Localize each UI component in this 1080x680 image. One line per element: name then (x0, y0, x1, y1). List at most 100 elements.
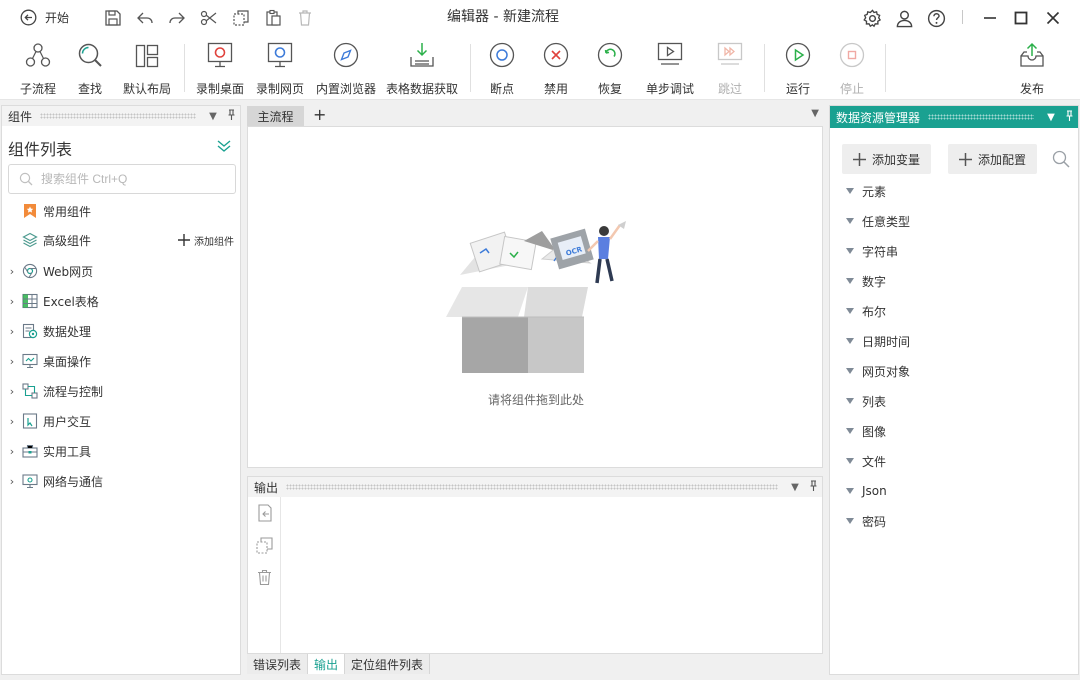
group-flow-control[interactable]: › 流程与控制 (2, 376, 240, 406)
close-icon[interactable] (1043, 8, 1063, 28)
drag-grip[interactable] (286, 484, 778, 490)
group-label: 流程与控制 (43, 384, 104, 399)
record-web-button[interactable]: 录制网页 (254, 36, 306, 100)
layout-button[interactable]: 默认布局 (122, 36, 172, 100)
type-image[interactable]: 图像 (830, 416, 1078, 446)
caret-down-icon[interactable] (846, 398, 854, 404)
chevron-right-icon[interactable]: › (2, 475, 22, 488)
type-datetime[interactable]: 日期时间 (830, 326, 1078, 356)
caret-down-icon[interactable] (846, 188, 854, 194)
flow-canvas[interactable]: OCR 请将组件拖到此处 (247, 126, 823, 468)
record-web-label: 录制网页 (255, 82, 304, 96)
group-web[interactable]: › Web网页 (2, 256, 240, 286)
tab-error-list[interactable]: 错误列表 (247, 654, 309, 674)
minimize-icon[interactable] (980, 8, 1000, 28)
type-string[interactable]: 字符串 (830, 236, 1078, 266)
type-element[interactable]: 元素 (830, 176, 1078, 206)
group-user-interaction[interactable]: › 用户交互 (2, 406, 240, 436)
pin-icon[interactable] (804, 480, 822, 494)
component-search-box[interactable] (8, 164, 236, 194)
caret-down-icon[interactable] (846, 368, 854, 374)
stop-button[interactable]: 停止 (832, 36, 872, 100)
chevron-right-icon[interactable]: › (2, 355, 22, 368)
data-explorer-title: 数据资源管理器 (836, 110, 921, 125)
type-web-object[interactable]: 网页对象 (830, 356, 1078, 386)
caret-down-icon[interactable] (846, 428, 854, 434)
chevron-right-icon[interactable]: › (2, 325, 22, 338)
publish-button[interactable]: 发布 (1012, 36, 1052, 100)
caret-down-icon[interactable] (846, 278, 854, 284)
step-debug-button[interactable]: 单步调试 (642, 36, 698, 100)
tab-list-chevron-icon[interactable]: ▼ (811, 108, 819, 119)
group-utilities[interactable]: › 实用工具 (2, 436, 240, 466)
drag-grip[interactable] (40, 113, 196, 119)
pin-icon[interactable] (1060, 110, 1078, 124)
caret-down-icon[interactable] (846, 488, 854, 494)
maximize-icon[interactable] (1011, 8, 1031, 28)
add-component-button[interactable]: 添加组件 (178, 225, 234, 255)
chevron-right-icon[interactable]: › (2, 295, 22, 308)
type-label: 列表 (862, 394, 887, 409)
caret-down-icon[interactable] (846, 248, 854, 254)
chevron-right-icon[interactable]: › (2, 445, 22, 458)
subflow-button[interactable]: 子流程 (18, 36, 58, 100)
type-label: 密码 (862, 514, 887, 529)
tab-locate-components[interactable]: 定位组件列表 (345, 654, 431, 674)
find-icon (78, 43, 102, 67)
run-button[interactable]: 运行 (778, 36, 818, 100)
disable-button[interactable]: 禁用 (536, 36, 576, 100)
type-any[interactable]: 任意类型 (830, 206, 1078, 236)
caret-down-icon[interactable] (846, 518, 854, 524)
chevron-right-icon[interactable]: › (2, 385, 22, 398)
type-label: 布尔 (862, 304, 887, 319)
help-icon[interactable] (926, 8, 946, 28)
ribbon-separator (470, 44, 471, 92)
settings-gear-icon[interactable] (862, 8, 882, 28)
type-boolean[interactable]: 布尔 (830, 296, 1078, 326)
chevron-down-icon[interactable]: ▼ (786, 482, 804, 493)
add-tab-button[interactable]: + (313, 105, 326, 124)
drag-grip[interactable] (928, 114, 1034, 120)
chevron-right-icon[interactable]: › (2, 265, 22, 278)
pinned-common-components[interactable]: 常用组件 (2, 196, 240, 226)
skip-button[interactable]: 跳过 (710, 36, 750, 100)
chevron-down-icon[interactable]: ▼ (204, 111, 222, 122)
record-desktop-icon (207, 42, 233, 68)
find-button[interactable]: 查找 (70, 36, 110, 100)
group-network[interactable]: › 网络与通信 (2, 466, 240, 496)
caret-down-icon[interactable] (846, 308, 854, 314)
group-excel[interactable]: › Excel表格 (2, 286, 240, 316)
type-file[interactable]: 文件 (830, 446, 1078, 476)
type-password[interactable]: 密码 (830, 506, 1078, 536)
caret-down-icon[interactable] (846, 218, 854, 224)
breakpoint-button[interactable]: 断点 (482, 36, 522, 100)
tab-main-flow[interactable]: 主流程 (247, 106, 304, 126)
collapse-all-icon[interactable] (216, 138, 232, 154)
group-data-processing[interactable]: › 数据处理 (2, 316, 240, 346)
search-icon[interactable] (1052, 150, 1070, 168)
export-log-icon[interactable] (248, 497, 281, 529)
table-data-button[interactable]: 表格数据获取 (384, 36, 460, 100)
chevron-down-icon[interactable]: ▼ (1042, 112, 1060, 123)
type-json[interactable]: Json (830, 476, 1078, 506)
pinned-advanced-components[interactable]: 高级组件 添加组件 (2, 225, 240, 255)
record-desktop-button[interactable]: 录制桌面 (194, 36, 246, 100)
caret-down-icon[interactable] (846, 458, 854, 464)
builtin-browser-button[interactable]: 内置浏览器 (314, 36, 378, 100)
type-list[interactable]: 列表 (830, 386, 1078, 416)
user-icon[interactable] (894, 8, 914, 28)
component-search-input[interactable] (41, 172, 221, 186)
add-config-button[interactable]: 添加配置 (948, 144, 1038, 174)
chevron-right-icon[interactable]: › (2, 415, 22, 428)
add-variable-button[interactable]: 添加变量 (842, 144, 932, 174)
clear-output-icon[interactable] (248, 561, 281, 593)
group-desktop[interactable]: › 桌面操作 (2, 346, 240, 376)
caret-down-icon[interactable] (846, 338, 854, 344)
pin-icon[interactable] (222, 109, 240, 123)
tab-output[interactable]: 输出 (308, 654, 346, 674)
bookmark-icon (22, 203, 38, 219)
restore-button[interactable]: 恢复 (590, 36, 630, 100)
title-divider (962, 10, 963, 24)
copy-output-icon[interactable] (248, 529, 281, 561)
type-number[interactable]: 数字 (830, 266, 1078, 296)
